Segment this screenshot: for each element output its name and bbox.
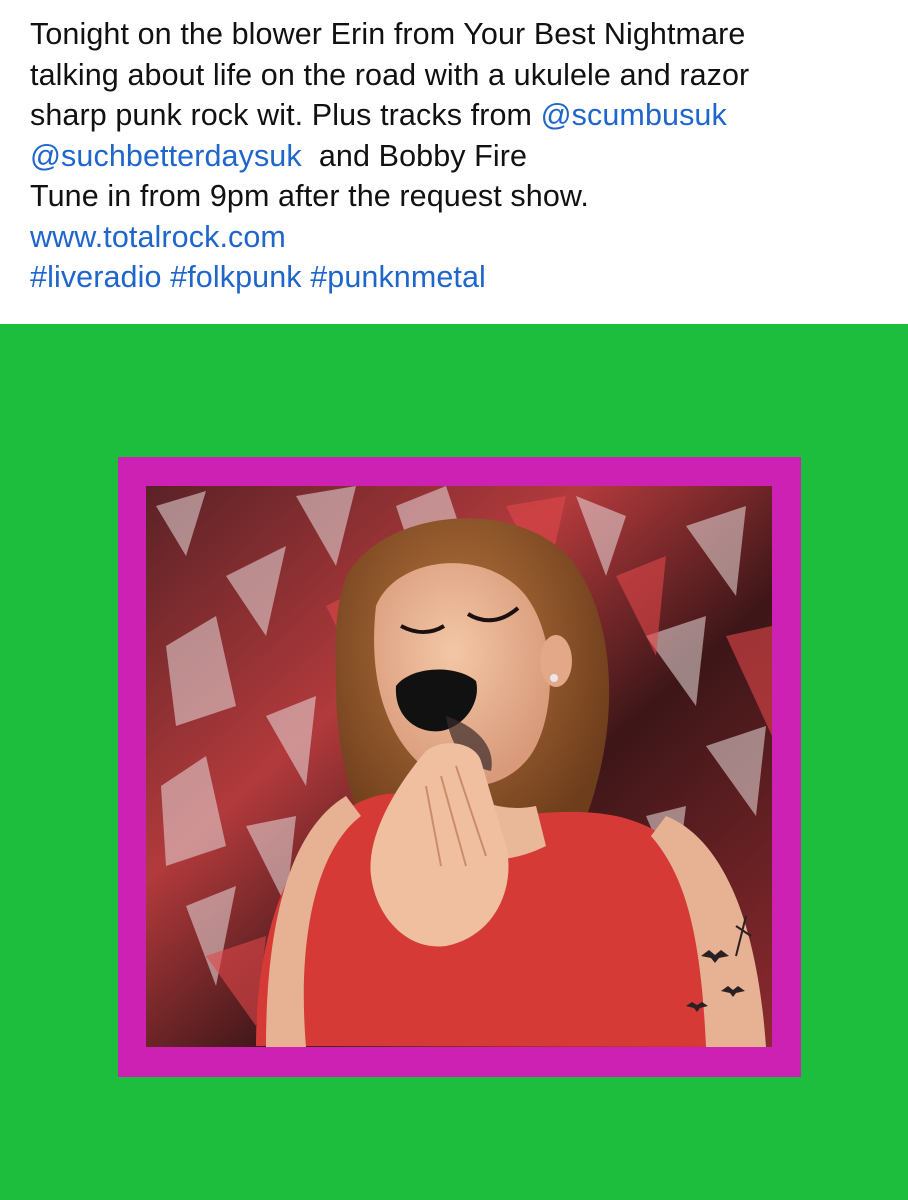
mention-link-suchbetterdaysuk[interactable]: @suchbetterdaysuk [30,139,302,173]
post-text: Tonight on the blower Erin from Your Bes… [0,0,908,324]
hashtag-liveradio[interactable]: #liveradio [30,260,162,294]
post-line-3: sharp punk rock wit. Plus tracks from @s… [30,95,908,136]
post-line-3-text: sharp punk rock wit. Plus tracks from [30,98,541,132]
hashtag-punknmetal[interactable]: #punknmetal [310,260,486,294]
post-line-2: talking about life on the road with a uk… [30,57,750,92]
hashtag-line: #liveradio #folkpunk #punknmetal [30,257,908,298]
post-image-area[interactable] [0,324,908,1200]
post-line-5: Tune in from 9pm after the request show. [30,179,589,213]
hashtag-folkpunk[interactable]: #folkpunk [170,260,301,294]
earring [550,674,558,682]
post-line-4-text: and Bobby Fire [301,138,528,173]
mention-link-scumbusuk[interactable]: @scumbusuk [541,98,727,132]
portrait-illustration [146,486,772,1047]
portrait-photo [146,486,772,1047]
website-link[interactable]: www.totalrock.com [30,217,908,258]
post-line-1: Tonight on the blower Erin from Your Bes… [30,17,746,51]
post-line-4: @suchbetterdaysuk and Bobby Fire [30,136,908,177]
magenta-frame [118,457,801,1077]
